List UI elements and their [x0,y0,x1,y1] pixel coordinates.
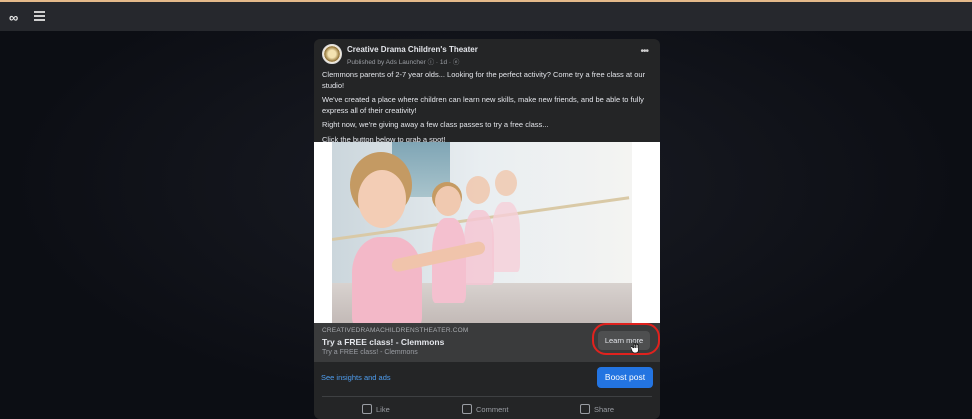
like-icon [362,404,372,414]
link-description: Try a FREE class! - Clemmons [322,349,418,356]
boost-post-button[interactable]: Boost post [597,367,653,388]
top-navigation-bar: ∞ [0,0,972,31]
photo-girl [466,176,490,204]
ad-post-card: Creative Drama Children's Theater Publis… [314,39,660,419]
post-body: Clemmons parents of 2-7 year olds... Loo… [322,70,652,149]
content-stage: Creative Drama Children's Theater Publis… [0,31,972,419]
share-label: Share [594,404,615,414]
post-paragraph: We've created a place where children can… [322,95,644,115]
share-icon [580,404,590,414]
like-label: Like [376,404,390,414]
meta-logo-icon[interactable]: ∞ [9,10,18,25]
photo-girl [352,237,422,323]
comment-button[interactable]: Comment [462,404,509,414]
post-paragraph: Clemmons parents of 2-7 year olds... Loo… [322,70,646,90]
hamburger-menu-icon[interactable] [34,11,45,21]
photo-girl [435,186,461,216]
post-actions: Like Comment Share [314,404,660,418]
photo-girl [492,202,520,272]
ballet-photo [332,142,632,323]
link-headline[interactable]: Try a FREE class! - Clemmons [322,337,444,347]
link-domain: CREATIVEDRAMACHILDRENSTHEATER.COM [322,327,469,334]
ad-image[interactable] [314,142,660,323]
more-options-icon[interactable]: ••• [640,46,648,57]
published-info: Published by Ads Launcher ⓘ · 1d · ⓔ [347,59,460,66]
comment-label: Comment [476,404,509,414]
comment-icon [462,404,472,414]
hand-pointer-icon [631,342,639,354]
photo-girl [358,170,406,228]
learn-more-button[interactable]: Learn more [598,331,650,350]
divider [322,396,652,397]
page-name[interactable]: Creative Drama Children's Theater [347,45,478,54]
page-avatar[interactable] [322,44,342,64]
see-insights-link[interactable]: See insights and ads [321,373,391,382]
post-paragraph: Right now, we're giving away a few class… [322,120,549,129]
like-button[interactable]: Like [362,404,390,414]
photo-girl [495,170,517,196]
share-button[interactable]: Share [580,404,614,414]
